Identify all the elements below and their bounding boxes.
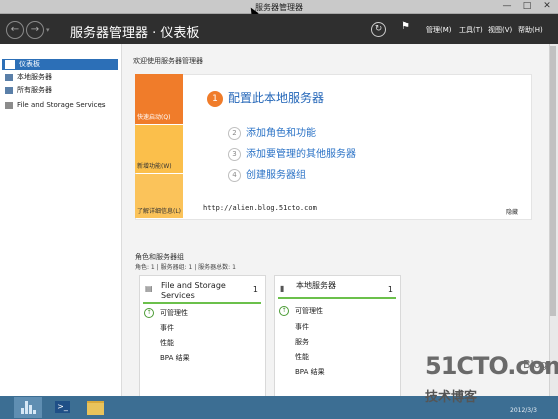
server-icon xyxy=(5,73,13,81)
forward-arrow-icon[interactable]: → xyxy=(26,21,44,39)
notifications-flag-icon[interactable]: ⚑ xyxy=(401,21,410,32)
step-create-group[interactable]: 4 创建服务器组 xyxy=(228,166,306,182)
menu-tools[interactable]: 工具(T) xyxy=(459,25,483,35)
minimize-button[interactable]: — xyxy=(498,0,516,12)
history-dropdown-icon[interactable]: ▾ xyxy=(46,26,50,34)
watermark-url: http://alien.blog.51cto.com xyxy=(203,204,317,212)
taskbar-date: 2012/3/3 xyxy=(510,407,537,414)
server-manager-icon xyxy=(21,401,36,414)
tile-whats-new[interactable]: 新增功能(W) xyxy=(135,125,183,173)
card-row-manageability[interactable]: 可管理性 xyxy=(295,306,323,316)
up-arrow-ok-icon: ↑ xyxy=(279,306,289,316)
server-icon: ▮ xyxy=(280,284,285,293)
card-row-manageability[interactable]: 可管理性 xyxy=(160,308,188,318)
sidebar-item-local-server[interactable]: 本地服务器 xyxy=(2,72,118,83)
status-bar xyxy=(143,302,261,304)
status-bar xyxy=(278,297,396,299)
sidebar-item-label: 所有服务器 xyxy=(17,86,52,94)
up-arrow-ok-icon: ↑ xyxy=(144,308,154,318)
sidebar-item-all-servers[interactable]: 所有服务器 xyxy=(2,85,118,96)
roles-summary: 角色: 1 | 服务器组: 1 | 服务器总数: 1 xyxy=(135,264,236,271)
card-row-bpa[interactable]: BPA 结果 xyxy=(160,353,190,363)
window-title: 服务器管理器 xyxy=(255,3,303,12)
title-bar: 服务器管理器 — □ ✕ xyxy=(0,0,558,14)
refresh-icon[interactable]: ↻ xyxy=(371,22,386,37)
quick-start-tiles: 快速启动(Q) 新增功能(W) 了解详细信息(L) xyxy=(135,74,183,218)
back-arrow-icon[interactable]: ← xyxy=(6,21,24,39)
hide-link[interactable]: 隐藏 xyxy=(506,207,518,216)
card-row-events[interactable]: 事件 xyxy=(160,323,174,333)
menu-view[interactable]: 视图(V) xyxy=(488,25,512,35)
card-count: 1 xyxy=(387,285,393,294)
tile-learn-more[interactable]: 了解详细信息(L) xyxy=(135,174,183,218)
card-row-events[interactable]: 事件 xyxy=(295,322,309,332)
welcome-title: 欢迎使用服务器管理器 xyxy=(133,57,203,65)
step-add-roles[interactable]: 2 添加角色和功能 xyxy=(228,124,316,140)
page-title: 服务器管理器 · 仪表板 xyxy=(70,26,200,41)
menu-help[interactable]: 帮助(H) xyxy=(518,25,543,35)
storage-icon xyxy=(5,101,13,109)
card-row-services[interactable]: 服务 xyxy=(295,337,309,347)
scrollbar-thumb[interactable] xyxy=(550,46,556,316)
card-title[interactable]: 本地服务器 xyxy=(296,281,376,291)
roles-title: 角色和服务器组 xyxy=(135,253,184,261)
watermark-cn: 技术博客 xyxy=(425,390,478,405)
storage-icon: ▤ xyxy=(145,284,153,293)
sidebar-item-label: File and Storage Services xyxy=(17,101,106,109)
folder-icon xyxy=(87,401,104,415)
sidebar-item-file-storage[interactable]: File and Storage Services ▷ xyxy=(2,100,118,111)
card-row-performance[interactable]: 性能 xyxy=(160,338,174,348)
taskbar-powershell[interactable]: >_ xyxy=(50,397,78,418)
servers-icon xyxy=(5,86,13,94)
sidebar: 仪表板 本地服务器 所有服务器 File and Storage Service… xyxy=(0,44,122,396)
sidebar-item-label: 仪表板 xyxy=(19,60,40,68)
card-title[interactable]: File and Storage Services xyxy=(161,281,241,301)
card-row-performance[interactable]: 性能 xyxy=(295,352,309,362)
taskbar-explorer[interactable] xyxy=(82,397,110,418)
role-card-local-server[interactable]: ▮ 本地服务器 1 ↑ 可管理性 事件 服务 性能 BPA 结果 xyxy=(274,275,401,397)
sidebar-item-label: 本地服务器 xyxy=(17,73,52,81)
chevron-right-icon[interactable]: ▷ xyxy=(100,100,105,111)
sidebar-item-dashboard[interactable]: 仪表板 xyxy=(2,59,118,70)
step-add-servers[interactable]: 3 添加要管理的其他服务器 xyxy=(228,145,356,161)
app-header: ← → ▾ 服务器管理器 · 仪表板 ↻ ⚑ 管理(M) 工具(T) 视图(V)… xyxy=(0,14,558,44)
dashboard-icon xyxy=(5,59,15,69)
card-count: 1 xyxy=(252,285,258,294)
card-row-bpa[interactable]: BPA 结果 xyxy=(295,367,325,377)
powershell-icon: >_ xyxy=(55,401,70,413)
menu-manage[interactable]: 管理(M) xyxy=(426,25,452,35)
close-button[interactable]: ✕ xyxy=(536,0,558,12)
role-card-file-storage[interactable]: ▤ File and Storage Services 1 ↑ 可管理性 事件 … xyxy=(139,275,266,397)
watermark-blog: Blog xyxy=(523,358,548,371)
tile-quick-start[interactable]: 快速启动(Q) xyxy=(135,74,183,124)
step-configure-local-server[interactable]: 1 配置此本地服务器 xyxy=(207,89,324,107)
taskbar-server-manager[interactable] xyxy=(14,397,42,418)
maximize-button[interactable]: □ xyxy=(518,0,536,12)
